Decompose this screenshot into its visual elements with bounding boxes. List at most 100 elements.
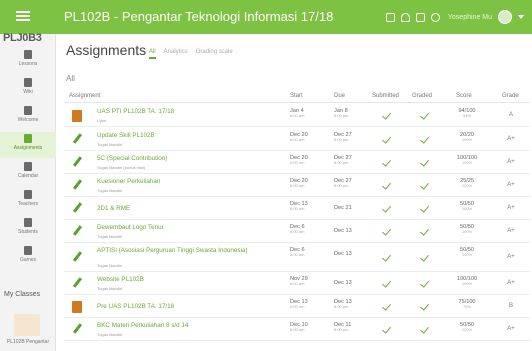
- pencil-icon: [72, 133, 83, 144]
- user-name[interactable]: Yosephine Mu: [448, 14, 492, 21]
- course-tile-label[interactable]: PL102B Pengantar: [2, 339, 54, 345]
- sidebar-item-welcome[interactable]: Welcome: [0, 104, 56, 130]
- submitted-check-icon: [382, 202, 391, 213]
- table-row[interactable]: BKC Materi Perkuliahan 8 s/d 14 Tugas Man…: [64, 318, 530, 341]
- assignment-title[interactable]: Update Skill PL102B: [97, 132, 155, 140]
- sidebar-item-games[interactable]: Games: [0, 244, 56, 270]
- assignment-title[interactable]: BKC Materi Perkuliahan 8 s/d 14: [97, 322, 188, 330]
- table-row[interactable]: Website PL102B Tugas Mandiri Nov 29 8:00 am…: [64, 272, 530, 295]
- welcome-icon: [24, 106, 32, 115]
- score[interactable]: 50/50 100%: [447, 322, 487, 333]
- due-date: Dec 27 8:00 pm: [334, 178, 352, 189]
- table-row[interactable]: 2D1 & RME Dec 13 8:00 am Dec 21 50/50 100% A+: [64, 197, 530, 220]
- school-logo[interactable]: PLJ0B3: [3, 32, 42, 44]
- filter-label[interactable]: All: [66, 74, 75, 83]
- assignment-title[interactable]: Website PL102B: [97, 276, 144, 284]
- header-grade[interactable]: Grade: [502, 93, 519, 99]
- tab-all[interactable]: All: [149, 49, 156, 59]
- start-time: 8:00 am: [290, 206, 305, 212]
- table-row[interactable]: 5C (Special Contribution) Tugas Mandiri (…: [64, 151, 530, 174]
- header-graded[interactable]: Graded: [412, 93, 432, 99]
- score[interactable]: 50/50 100%: [447, 247, 487, 258]
- header-start[interactable]: Start: [290, 93, 303, 99]
- due-date: Dec 21: [334, 205, 352, 211]
- chevron-down-icon[interactable]: [518, 15, 524, 19]
- my-classes-label: My Classes: [4, 291, 41, 298]
- avatar[interactable]: [498, 10, 512, 24]
- search-icon[interactable]: [430, 12, 440, 22]
- score[interactable]: 50/50 100%: [447, 201, 487, 212]
- grade: A+: [507, 135, 515, 142]
- submitted-check-icon: [382, 225, 391, 236]
- submitted-check-icon: [382, 300, 391, 311]
- course-tile[interactable]: [14, 314, 40, 336]
- assignment-title[interactable]: Dewembaut Logo Tenur: [97, 224, 164, 232]
- submitted-check-icon: [382, 323, 391, 334]
- due-date: Dec 13: [334, 251, 352, 257]
- table-row[interactable]: Pre UAS PL102B TA. 17/18 Dec 13 8:00 am Dec…: [64, 295, 530, 318]
- sidebar-item-wiki[interactable]: Wiki: [0, 76, 56, 102]
- assignment-subtitle: Tugas Mandiri: [97, 286, 123, 291]
- bell-icon[interactable]: [400, 12, 410, 22]
- assignments-icon: [24, 134, 32, 143]
- tab-grading-scale[interactable]: Grading scale: [196, 49, 233, 59]
- sidebar-item-assignments[interactable]: Assignments: [0, 132, 56, 158]
- page-title: Assignments: [66, 42, 147, 58]
- table-row[interactable]: Kuesioner Perkuliahan Tugas Mandiri Dec 20…: [64, 174, 530, 197]
- score[interactable]: 75/100 75%: [447, 299, 487, 310]
- table-row[interactable]: APTISI (Asosiasi Perguruan Tinggi Swasta…: [64, 243, 530, 272]
- graded-check-icon: [420, 179, 429, 190]
- grade: A+: [507, 227, 515, 234]
- header-score[interactable]: Score: [456, 93, 472, 99]
- tab-analytics[interactable]: Analytics: [164, 49, 188, 59]
- score-percent: 100%: [461, 183, 473, 189]
- due-date-text: Dec 13: [334, 251, 352, 257]
- sidebar-item-label: Students: [18, 229, 38, 235]
- score-percent: 100%: [461, 229, 473, 235]
- assignment-title[interactable]: 2D1 & RME: [97, 205, 130, 213]
- table-row[interactable]: Dewembaut Logo Tenur Tugas Mandiri Dec 6 8:…: [64, 220, 530, 243]
- mail-icon[interactable]: [385, 12, 395, 22]
- sidebar-item-label: Calendar: [17, 173, 39, 179]
- score[interactable]: 100/100 100%: [447, 276, 487, 287]
- assignment-subtitle: Tugas Mandiri: [97, 263, 123, 268]
- table-row[interactable]: Update Skill PL102B Tugas Mandiri Dec 20 8:…: [64, 128, 530, 151]
- assignment-title[interactable]: Kuesioner Perkuliahan: [97, 178, 160, 186]
- assignment-title[interactable]: APTISI (Asosiasi Perguruan Tinggi Swasta…: [97, 247, 248, 255]
- score[interactable]: 20/20 100%: [447, 132, 487, 143]
- score-percent: 100%: [461, 281, 473, 287]
- due-date: Dec 27 8:00 pm: [334, 155, 352, 166]
- sidebar-item-students[interactable]: Students: [0, 216, 56, 242]
- header-submitted[interactable]: Submitted: [372, 93, 399, 99]
- menu-icon[interactable]: [16, 9, 30, 23]
- score[interactable]: 100/100 100%: [447, 155, 487, 166]
- grade: A+: [507, 204, 515, 211]
- table-row[interactable]: UAS PTI PL102B TA. 17/18 Ujian Jan 4 8:00 a…: [64, 104, 530, 127]
- sidebar-item-teachers[interactable]: Teachers: [0, 188, 56, 214]
- course-title: PL102B - Pengantar Teknologi Informasi 1…: [64, 9, 334, 24]
- start-date: Dec 6 8:00 am: [290, 247, 305, 258]
- main-content: Assignments All Analytics Grading scale …: [56, 34, 532, 351]
- assignment-subtitle: Tugas Mandiri: [97, 188, 123, 193]
- start-date: Dec 20 8:00 am: [290, 155, 308, 166]
- header-assignment[interactable]: Assignment: [69, 93, 100, 99]
- start-time: 8:00 am: [290, 304, 305, 310]
- tab-bar: All Analytics Grading scale: [149, 49, 233, 59]
- top-bar: PL102B - Pengantar Teknologi Informasi 1…: [0, 0, 532, 34]
- assignment-title[interactable]: Pre UAS PL102B TA. 17/18: [97, 303, 174, 311]
- due-time: 8:00 pm: [334, 327, 349, 333]
- due-date-text: Dec 21: [334, 205, 352, 211]
- people-icon: [24, 218, 32, 227]
- assignment-title[interactable]: UAS PTI PL102B TA. 17/18: [97, 108, 174, 116]
- score[interactable]: 25/25 100%: [447, 178, 487, 189]
- score[interactable]: 50/50 100%: [447, 224, 487, 235]
- calendar-icon[interactable]: [415, 12, 425, 22]
- graded-check-icon: [420, 251, 429, 262]
- start-time: 8:00 am: [290, 137, 305, 143]
- header-due[interactable]: Due: [334, 93, 345, 99]
- pencil-icon: [72, 323, 83, 334]
- score[interactable]: 94/100 94%: [447, 108, 487, 119]
- sidebar-item-calendar[interactable]: Calendar: [0, 160, 56, 186]
- assignment-title[interactable]: 5C (Special Contribution): [97, 155, 167, 163]
- sidebar-item-lessons[interactable]: Lessons: [0, 48, 56, 74]
